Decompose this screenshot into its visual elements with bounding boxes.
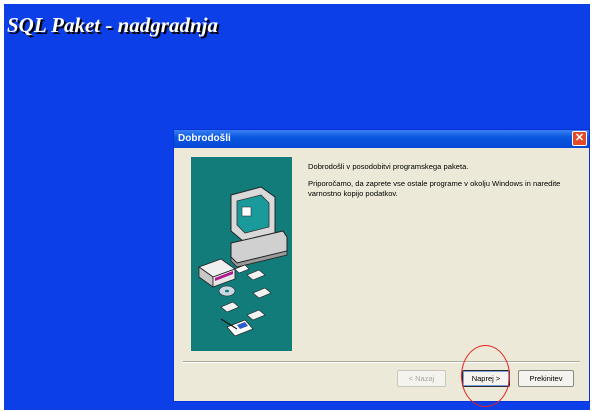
installer-title: SQL Paket - nadgradnja (7, 13, 218, 37)
dialog-client-area: Dobrodošli v posodobitvi programskega pa… (175, 148, 588, 400)
back-button[interactable]: < Nazaj (397, 370, 446, 387)
cd-icon (218, 285, 236, 297)
setup-illustration-panel (191, 157, 292, 351)
welcome-paragraph-1: Dobrodošli v posodobitvi programskega pa… (308, 162, 469, 171)
close-icon[interactable]: ✕ (572, 131, 587, 146)
welcome-message: Dobrodošli v posodobitvi programskega pa… (308, 162, 578, 206)
welcome-dialog: Dobrodošli ✕ Dobrodošli v posodobitvi pr… (173, 129, 590, 402)
next-button-highlight-circle (461, 345, 510, 407)
button-separator (183, 361, 580, 363)
dialog-title: Dobrodošli (178, 133, 231, 144)
welcome-paragraph-2: Priporočamo, da zaprete vse ostale progr… (308, 179, 561, 198)
box-icon (198, 258, 236, 288)
dialog-titlebar[interactable]: Dobrodošli ✕ (174, 130, 589, 148)
computer-setup-illustration (198, 186, 288, 337)
cancel-button[interactable]: Prekinitev (518, 370, 574, 387)
